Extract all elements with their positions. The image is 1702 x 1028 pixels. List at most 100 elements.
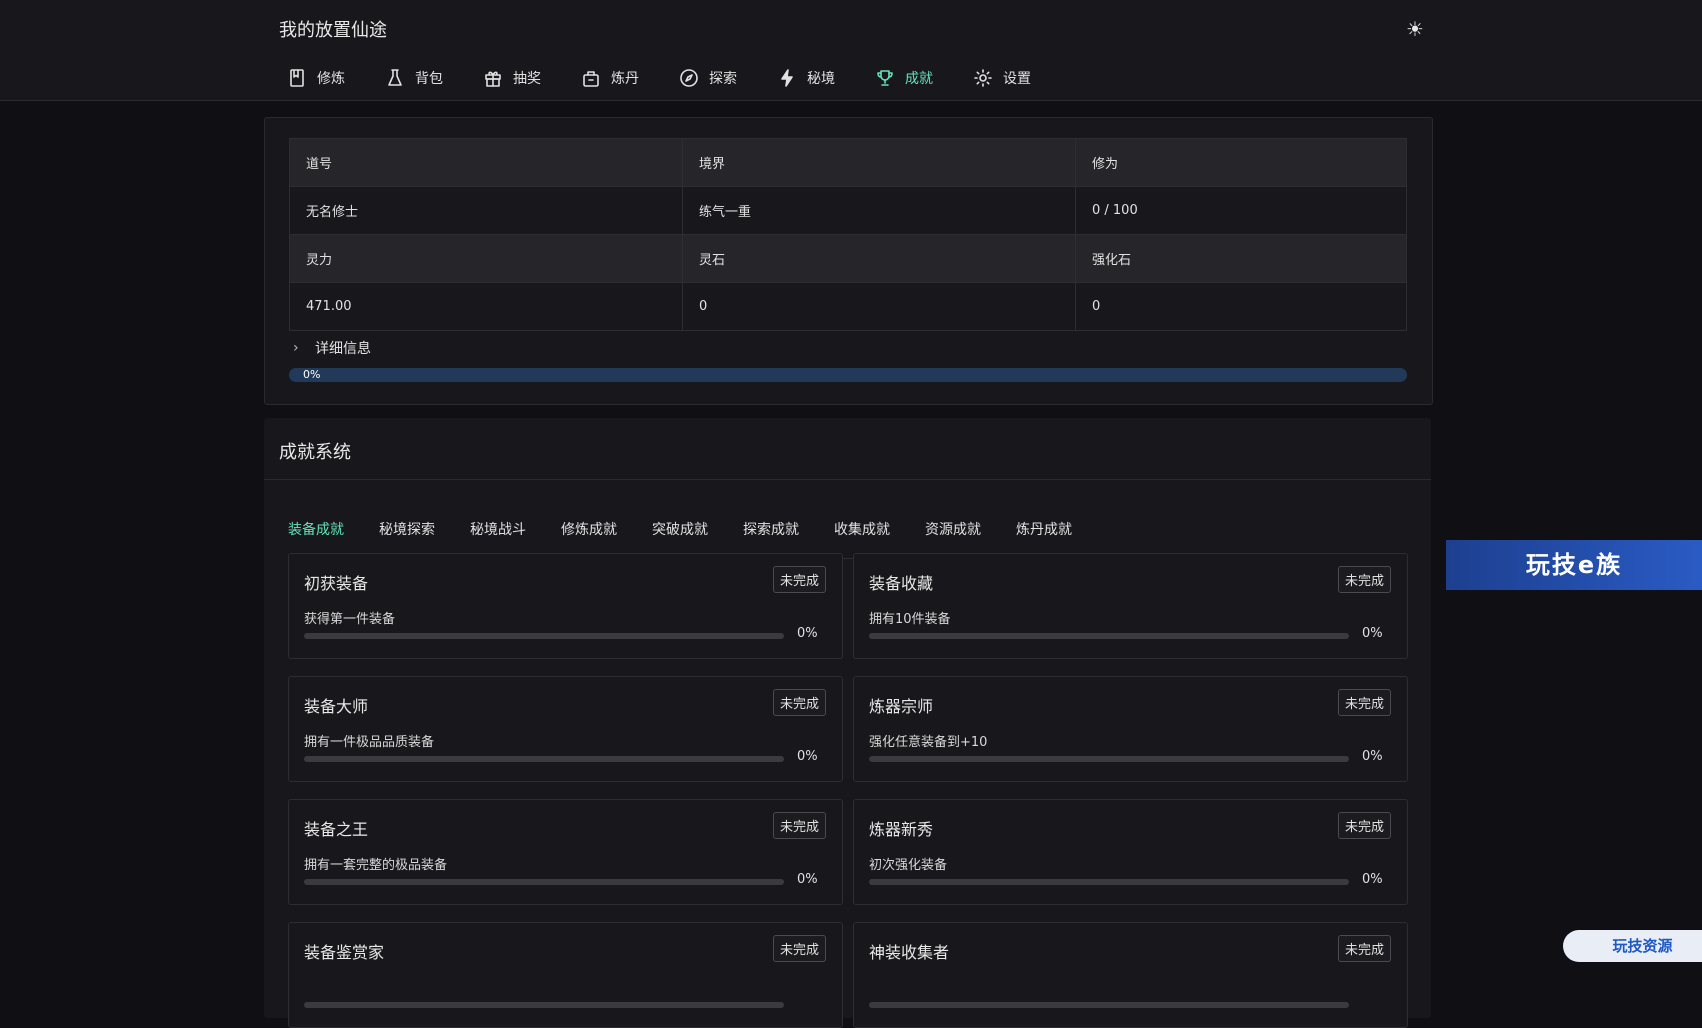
achievement-name: 炼器宗师 bbox=[869, 697, 934, 716]
detail-info-label: 详细信息 bbox=[315, 341, 371, 357]
tab-achievement-category[interactable]: 秘境战斗 bbox=[470, 510, 526, 558]
tab-achievement-category[interactable]: 收集成就 bbox=[834, 510, 890, 558]
achievement-tabs: 装备成就 秘境探索 秘境战斗 修炼成就 突破成就 探索成就 收集成就 资源成就 炼丹成就 bbox=[288, 510, 1406, 559]
nav-item-alchemy[interactable]: 炼丹 bbox=[573, 62, 651, 94]
achievement-name: 装备收藏 bbox=[869, 574, 934, 593]
cauldron-icon bbox=[583, 71, 599, 87]
achievement-name: 装备大师 bbox=[304, 697, 369, 716]
divider bbox=[264, 479, 1431, 480]
achievement-item: 炼器宗师 未完成 强化任意装备到+10 0% bbox=[853, 676, 1408, 782]
nav-item-cultivate[interactable]: 修炼 bbox=[279, 62, 357, 94]
tab-achievement-category[interactable]: 修炼成就 bbox=[561, 510, 617, 558]
stats-header-cell: 境界 bbox=[682, 138, 1076, 187]
progress-label: 0% bbox=[303, 368, 321, 381]
achievement-desc: 拥有10件装备 bbox=[869, 612, 951, 627]
achievement-progress-bar bbox=[304, 879, 784, 885]
achievement-desc: 拥有一件极品品质装备 bbox=[304, 735, 435, 750]
main-nav: 修炼 背包 抽奖 炼丹 探索 秘境 成就 设置 bbox=[279, 62, 1063, 94]
nav-label: 成就 bbox=[905, 71, 933, 87]
tab-achievement-category[interactable]: 探索成就 bbox=[743, 510, 799, 558]
tab-achievement-category[interactable]: 秘境探索 bbox=[379, 510, 435, 558]
app-header: 我的放置仙途 ☀ 修炼 背包 抽奖 炼丹 探索 秘境 成就 设置 bbox=[0, 0, 1702, 101]
achievement-system-card: 成就系统 装备成就 秘境探索 秘境战斗 修炼成就 突破成就 探索成就 收集成就 资源成就 炼丹成… bbox=[264, 418, 1431, 1028]
achievement-desc: 拥有一套完整的极品装备 bbox=[304, 858, 448, 873]
achievement-item: 炼器新秀 未完成初次强化装备 0% bbox=[853, 799, 1408, 905]
achievement-name: 装备鉴赏家 bbox=[304, 943, 385, 962]
status-badge: 未完成 bbox=[772, 689, 826, 716]
achievement-name: 初获装备 bbox=[304, 574, 369, 593]
cultivation-progress-bar: 0% bbox=[289, 368, 1407, 382]
stats-header-cell: 灵力 bbox=[289, 234, 683, 283]
nav-label: 炼丹 bbox=[611, 71, 639, 87]
achievement-progress-bar bbox=[304, 633, 784, 639]
nav-item-bag[interactable]: 背包 bbox=[377, 62, 455, 94]
nav-label: 设置 bbox=[1003, 71, 1031, 87]
achievement-item: 装备收藏 未完成拥有10件装备 0% bbox=[853, 553, 1408, 659]
book-icon bbox=[290, 69, 304, 87]
status-badge: 未完成 bbox=[1337, 689, 1391, 716]
stats-header-cell: 修为 bbox=[1075, 138, 1407, 187]
nav-label: 抽奖 bbox=[513, 71, 541, 87]
achievement-item: 装备鉴赏家 未完成 bbox=[288, 922, 843, 1028]
stats-value-cell: 0 / 100 bbox=[1075, 186, 1407, 235]
stats-value-cell: 0 bbox=[1075, 282, 1407, 331]
stats-header-row: 灵力 灵石 强化石 bbox=[289, 234, 1407, 283]
achievement-name: 装备之王 bbox=[304, 820, 369, 839]
status-badge: 未完成 bbox=[772, 812, 826, 839]
gift-icon bbox=[485, 71, 501, 87]
tab-achievement-category[interactable]: 装备成就 bbox=[288, 510, 344, 559]
nav-label: 背包 bbox=[415, 71, 443, 87]
achievement-title: 成就系统 bbox=[279, 442, 351, 463]
nav-label: 探索 bbox=[709, 71, 737, 87]
achievement-percent: 0% bbox=[1362, 749, 1383, 764]
achievement-name: 神装收集者 bbox=[869, 943, 950, 962]
chevron-right-icon: › bbox=[293, 340, 299, 356]
player-stats-card: 道号 境界 修为 无名修士 练气一重 0 / 100 灵力 灵石 强化石 471… bbox=[264, 117, 1433, 405]
nav-item-lottery[interactable]: 抽奖 bbox=[475, 62, 553, 94]
tab-achievement-category[interactable]: 突破成就 bbox=[652, 510, 708, 558]
status-badge: 未完成 bbox=[772, 935, 826, 962]
stats-header-cell: 道号 bbox=[289, 138, 683, 187]
stats-value-row: 无名修士 练气一重 0 / 100 bbox=[289, 186, 1407, 235]
status-badge: 未完成 bbox=[772, 566, 826, 593]
detail-info-toggle[interactable]: › 详细信息 bbox=[293, 338, 371, 358]
watermark-banner[interactable]: 玩技e族 bbox=[1446, 540, 1702, 590]
nav-item-secret-realm[interactable]: 秘境 bbox=[769, 62, 847, 94]
achievement-progress-bar bbox=[304, 1002, 784, 1008]
achievement-desc: 获得第一件装备 bbox=[304, 612, 396, 627]
achievement-desc: 初次强化装备 bbox=[869, 858, 948, 873]
tab-achievement-category[interactable]: 炼丹成就 bbox=[1016, 510, 1072, 558]
sun-icon[interactable]: ☀ bbox=[1402, 16, 1428, 42]
achievement-percent: 0% bbox=[1362, 626, 1383, 641]
stats-header-cell: 强化石 bbox=[1075, 234, 1407, 283]
stats-value-cell: 练气一重 bbox=[682, 186, 1076, 235]
achievement-progress-bar bbox=[869, 756, 1349, 762]
status-badge: 未完成 bbox=[1337, 566, 1391, 593]
stats-value-row: 471.00 0 0 bbox=[289, 282, 1407, 331]
compass-icon bbox=[680, 69, 698, 87]
achievement-progress-bar bbox=[869, 1002, 1349, 1008]
achievement-progress-bar bbox=[304, 756, 784, 762]
achievement-name: 炼器新秀 bbox=[869, 820, 934, 839]
flask-icon bbox=[388, 69, 402, 86]
stats-value-cell: 471.00 bbox=[289, 282, 683, 331]
gear-icon bbox=[974, 69, 992, 87]
app-title: 我的放置仙途 bbox=[279, 20, 387, 41]
nav-item-explore[interactable]: 探索 bbox=[671, 62, 749, 94]
achievement-item: 神装收集者 未完成 bbox=[853, 922, 1408, 1028]
achievement-item: 装备大师 未完成 拥有一件极品品质装备 0% bbox=[288, 676, 843, 782]
nav-item-achievements[interactable]: 成就 bbox=[867, 62, 945, 94]
achievement-item: 装备之王 未完成 拥有一套完整的极品装备 0% bbox=[288, 799, 843, 905]
watermark-badge[interactable]: 玩技资源 bbox=[1563, 930, 1702, 962]
achievement-progress-bar bbox=[869, 879, 1349, 885]
trophy-icon bbox=[877, 70, 893, 86]
stats-header-cell: 灵石 bbox=[682, 234, 1076, 283]
tab-achievement-category[interactable]: 资源成就 bbox=[925, 510, 981, 558]
status-badge: 未完成 bbox=[1337, 812, 1391, 839]
achievement-percent: 0% bbox=[1362, 872, 1383, 887]
achievement-percent: 0% bbox=[797, 626, 818, 641]
stats-table: 道号 境界 修为 无名修士 练气一重 0 / 100 灵力 灵石 强化石 471… bbox=[289, 138, 1407, 331]
nav-item-settings[interactable]: 设置 bbox=[965, 62, 1043, 94]
stats-value-cell: 0 bbox=[682, 282, 1076, 331]
status-badge: 未完成 bbox=[1337, 935, 1391, 962]
